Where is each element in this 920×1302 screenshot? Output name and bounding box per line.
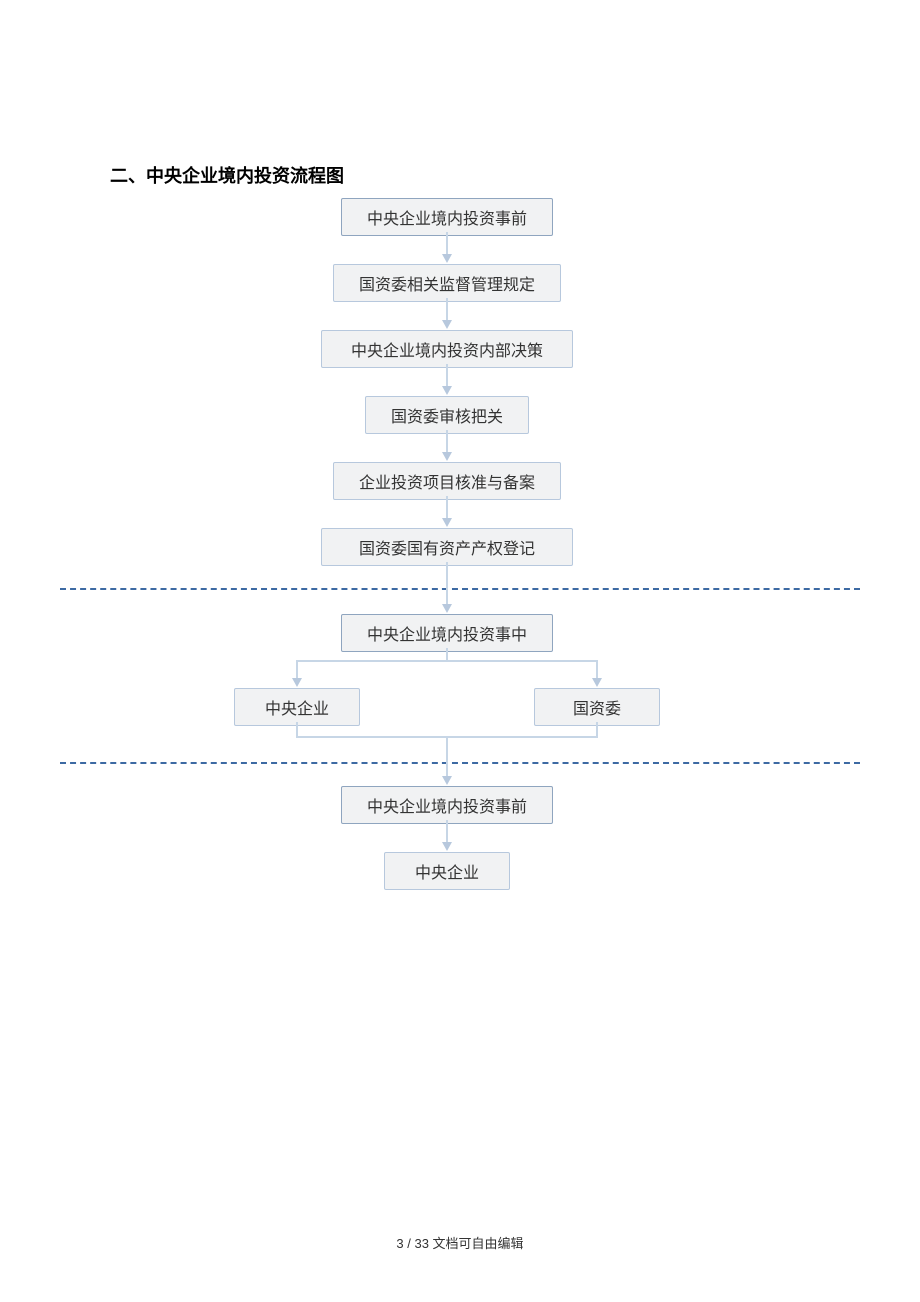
merge-right-v — [596, 722, 598, 736]
arrow-head-5 — [442, 518, 452, 527]
divider-1 — [60, 588, 860, 590]
arrow-7 — [446, 736, 448, 776]
split-left-v — [296, 660, 298, 678]
section-heading: 二、中央企业境内投资流程图 — [110, 162, 344, 188]
arrow-head-1 — [442, 254, 452, 263]
divider-2 — [60, 762, 860, 764]
arrow-1 — [446, 232, 448, 254]
split-h — [296, 660, 598, 662]
arrow-head-2 — [442, 320, 452, 329]
merge-left-v — [296, 722, 298, 736]
arrow-head-right — [592, 678, 602, 687]
box-approval: 企业投资项目核准与备案 — [333, 462, 561, 500]
box-stage1-title: 中央企业境内投资事前 — [341, 198, 553, 236]
split-center-v — [446, 648, 448, 660]
arrow-4 — [446, 430, 448, 452]
box-central-enterprise: 中央企业 — [234, 688, 360, 726]
arrow-head-left — [292, 678, 302, 687]
arrow-head-7 — [442, 776, 452, 785]
arrow-3 — [446, 364, 448, 386]
box-review: 国资委审核把关 — [365, 396, 529, 434]
arrow-8 — [446, 820, 448, 842]
arrow-head-3 — [442, 386, 452, 395]
arrow-5 — [446, 496, 448, 518]
arrow-2 — [446, 298, 448, 320]
page: 二、中央企业境内投资流程图 中央企业境内投资事前 国资委相关监督管理规定 中央企… — [0, 0, 920, 1302]
page-footer: 3 / 33 文档可自由编辑 — [0, 1233, 920, 1252]
box-rule: 国资委相关监督管理规定 — [333, 264, 561, 302]
arrow-head-4 — [442, 452, 452, 461]
box-sasac: 国资委 — [534, 688, 660, 726]
box-register: 国资委国有资产产权登记 — [321, 528, 573, 566]
box-internal-decision: 中央企业境内投资内部决策 — [321, 330, 573, 368]
box-stage3-title: 中央企业境内投资事前 — [341, 786, 553, 824]
arrow-head-6 — [442, 604, 452, 613]
box-central-enterprise-2: 中央企业 — [384, 852, 510, 890]
box-stage2-title: 中央企业境内投资事中 — [341, 614, 553, 652]
arrow-head-8 — [442, 842, 452, 851]
split-right-v — [596, 660, 598, 678]
arrow-6 — [446, 562, 448, 604]
